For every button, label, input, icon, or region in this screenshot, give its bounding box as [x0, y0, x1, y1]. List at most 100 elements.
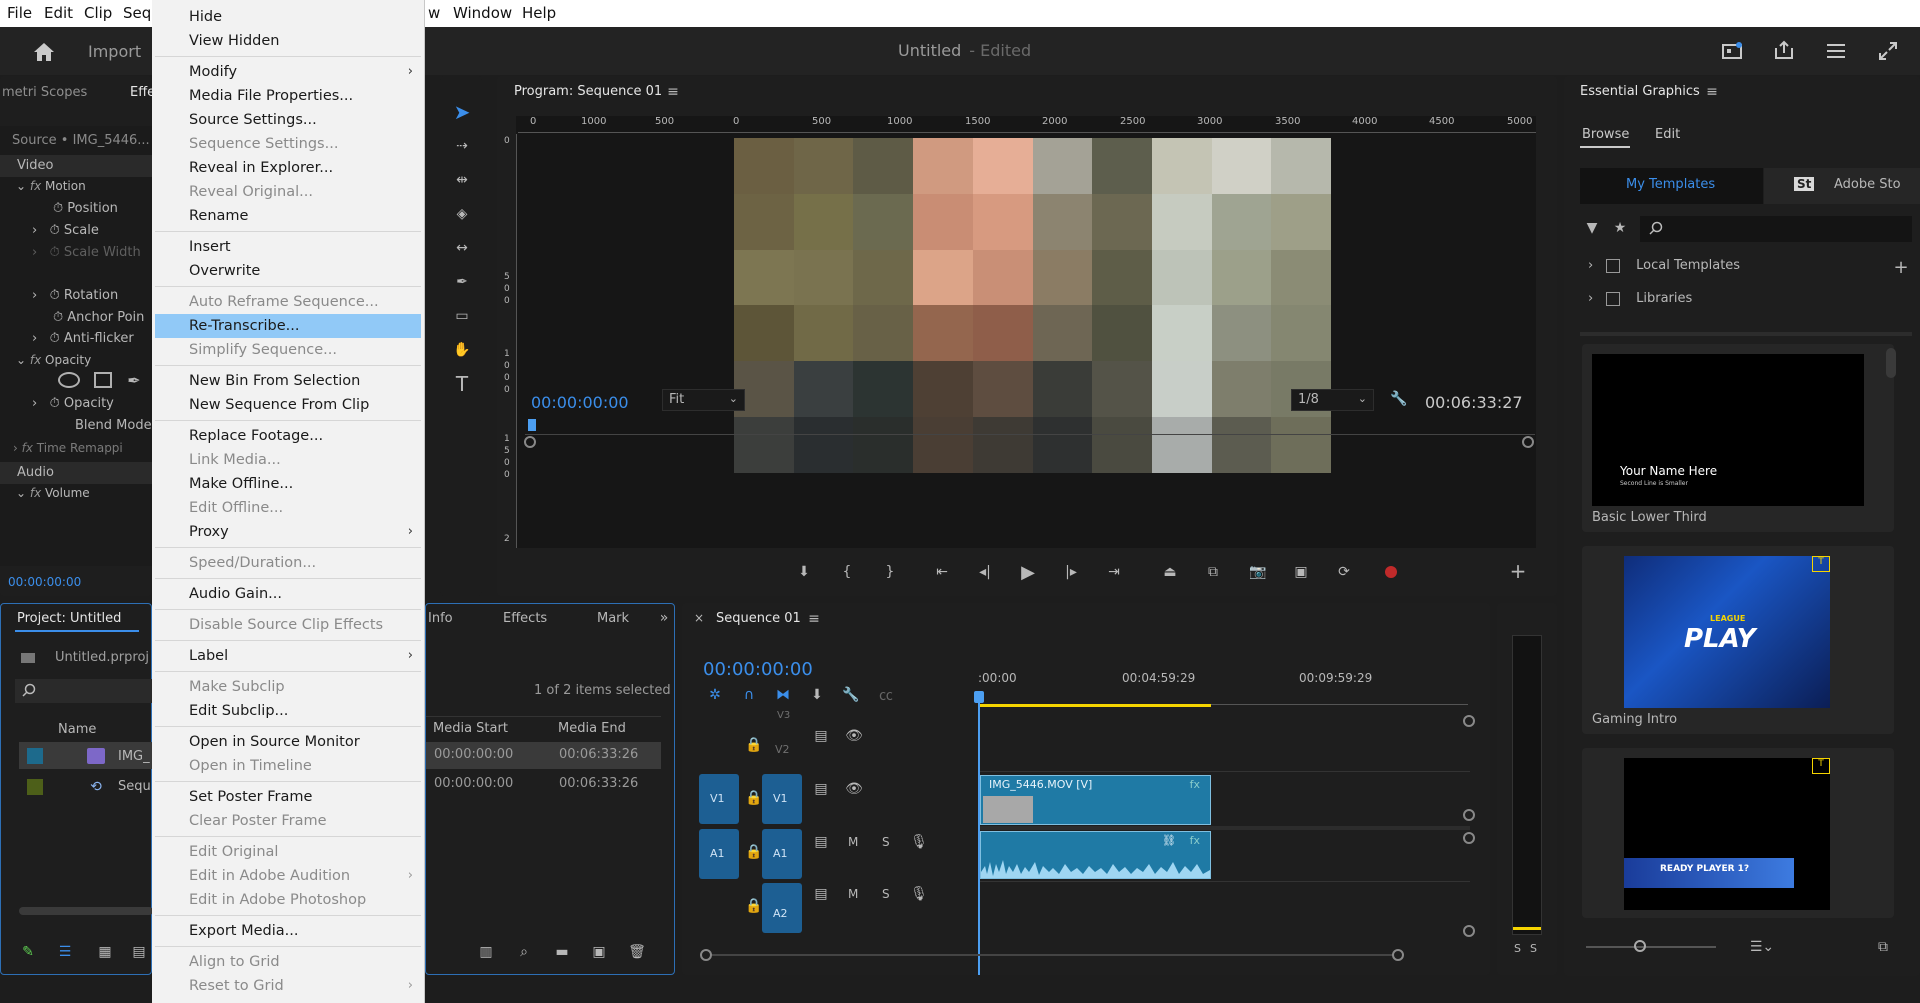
- add-marker-icon[interactable]: ⬇: [808, 686, 826, 704]
- mute-button[interactable]: M: [848, 835, 858, 849]
- hand-tool-icon[interactable]: ✋: [450, 338, 474, 362]
- snap-icon[interactable]: ∩: [740, 686, 758, 704]
- menu-item-rename[interactable]: Rename: [155, 204, 421, 228]
- zoom-handle-left[interactable]: [524, 436, 536, 448]
- meter-solo-left[interactable]: S: [1514, 942, 1521, 955]
- eye-icon[interactable]: 👁: [845, 727, 863, 745]
- menu-item-overwrite[interactable]: Overwrite: [155, 259, 421, 283]
- project-tab[interactable]: Project: Untitled: [17, 611, 121, 626]
- toggle-sync-icon[interactable]: ▤: [812, 833, 830, 851]
- edit-tab[interactable]: Edit: [1655, 127, 1680, 142]
- menu-item-modify[interactable]: Modify ›: [155, 60, 421, 84]
- icon-view-icon[interactable]: ▦: [95, 942, 115, 962]
- selection-tool-icon[interactable]: ➤: [450, 100, 474, 124]
- toggle-sync-icon[interactable]: ▤: [812, 885, 830, 903]
- automate-icon[interactable]: ▥: [476, 942, 496, 962]
- fx-volume[interactable]: ⌄ fx Volume: [16, 486, 90, 500]
- menu-item-insert[interactable]: Insert: [155, 235, 421, 259]
- lock-icon[interactable]: 🔒: [745, 737, 762, 753]
- anchor-row[interactable]: ⏱ Anchor Poin: [53, 310, 144, 325]
- step-forward-icon[interactable]: |▸: [1060, 562, 1082, 582]
- menu-item-export-media[interactable]: Export Media...: [155, 919, 421, 943]
- sequence-tab[interactable]: Sequence 01: [716, 611, 801, 626]
- media-end-header[interactable]: Media End: [558, 721, 626, 736]
- menu-item-view-hidden[interactable]: View Hidden: [155, 29, 421, 53]
- resolution-dropdown[interactable]: 1/8 ⌄: [1291, 389, 1374, 411]
- template-card[interactable]: READY PLAYER 1? T: [1582, 748, 1894, 918]
- menu-item-reveal-in-explorer[interactable]: Reveal in Explorer...: [155, 156, 421, 180]
- menu-item-hide[interactable]: Hide: [155, 5, 421, 29]
- settings-wrench-icon[interactable]: 🔧: [1389, 389, 1409, 409]
- writing-mode-icon[interactable]: ✎: [18, 942, 38, 962]
- menu-clip[interactable]: Clip: [84, 4, 112, 22]
- mark-in-icon[interactable]: {: [837, 562, 857, 582]
- captions-icon[interactable]: ㏄: [876, 686, 896, 704]
- horizontal-scrollbar[interactable]: [712, 954, 1392, 956]
- solo-button[interactable]: S: [882, 835, 890, 849]
- solo-button[interactable]: S: [882, 887, 890, 901]
- play-icon[interactable]: ▶: [1017, 562, 1039, 583]
- lift-icon[interactable]: ⏏: [1159, 562, 1181, 582]
- vertical-zoom-handle[interactable]: [1463, 715, 1475, 727]
- menu-item-proxy[interactable]: Proxy ›: [155, 520, 421, 544]
- add-marker-icon[interactable]: ⬇: [794, 562, 814, 582]
- sort-icon[interactable]: ☰⌄: [1742, 938, 1782, 956]
- playhead-marker[interactable]: [528, 419, 536, 431]
- share-icon[interactable]: [1772, 38, 1796, 62]
- more-tabs-icon[interactable]: »: [656, 610, 672, 626]
- star-icon[interactable]: ★: [1610, 218, 1630, 238]
- fx-time-remap[interactable]: › fx Time Remappi: [13, 441, 123, 455]
- new-item-icon[interactable]: ▣: [589, 942, 609, 962]
- menu-item-new-sequence[interactable]: New Sequence From Clip: [155, 393, 421, 417]
- template-scrollbar[interactable]: [1886, 348, 1896, 378]
- timeline-timecode[interactable]: 00:00:00:00: [703, 659, 813, 680]
- mark-out-icon[interactable]: }: [880, 562, 900, 582]
- record-icon[interactable]: [1385, 566, 1397, 578]
- pen-tool-icon[interactable]: ✒: [450, 270, 474, 294]
- eye-icon[interactable]: 👁: [845, 780, 863, 798]
- step-back-icon[interactable]: ◂|: [974, 562, 996, 582]
- horizontal-zoom-handle[interactable]: [1392, 949, 1404, 961]
- browse-tab[interactable]: Browse: [1582, 127, 1629, 142]
- rectangle-tool-icon[interactable]: ▭: [450, 304, 474, 328]
- menu-item-re-transcribe[interactable]: Re-Transcribe...: [155, 314, 421, 338]
- effects-panel-tab[interactable]: Effects: [503, 611, 547, 626]
- libraries-row[interactable]: › Libraries: [1588, 291, 1692, 306]
- toggle-sync-icon[interactable]: ▤: [812, 727, 830, 745]
- timeline-settings-icon[interactable]: 🔧: [842, 686, 860, 704]
- zoom-fit-dropdown[interactable]: Fit ⌄: [662, 389, 745, 411]
- fx-opacity[interactable]: ⌄ fx Opacity: [16, 353, 91, 367]
- mute-button[interactable]: M: [848, 887, 858, 901]
- menu-window[interactable]: Window: [453, 4, 512, 22]
- menu-item-new-bin[interactable]: New Bin From Selection: [155, 369, 421, 393]
- add-icon[interactable]: +: [1892, 257, 1910, 278]
- markers-tab[interactable]: Mark: [597, 611, 629, 626]
- new-bin-icon[interactable]: ▬: [552, 942, 572, 962]
- vertical-zoom-handle[interactable]: [1463, 832, 1475, 844]
- thumbnail-size-slider[interactable]: [1586, 946, 1716, 948]
- menu-item-media-file-properties[interactable]: Media File Properties...: [155, 84, 421, 108]
- trash-icon[interactable]: 🗑: [627, 942, 647, 962]
- panel-menu-icon[interactable]: ≡: [806, 611, 822, 627]
- microphone-icon[interactable]: 🎙: [910, 885, 928, 903]
- playback-scrubber[interactable]: [525, 425, 1535, 435]
- list-view-icon[interactable]: ☰: [55, 942, 75, 962]
- effect-timecode[interactable]: 00:00:00:00: [8, 575, 81, 589]
- playhead-head[interactable]: [974, 691, 984, 703]
- workspaces-icon[interactable]: [1824, 39, 1848, 63]
- extract-icon[interactable]: ⧉: [1202, 562, 1224, 582]
- meter-solo-right[interactable]: S: [1530, 942, 1537, 955]
- position-row[interactable]: ⏱ Position: [53, 201, 118, 216]
- slip-tool-icon[interactable]: ↔: [450, 236, 474, 260]
- menu-item-replace-footage[interactable]: Replace Footage...: [155, 424, 421, 448]
- menu-file[interactable]: File: [7, 4, 32, 22]
- go-to-in-icon[interactable]: ⇤: [931, 562, 953, 582]
- media-start-header[interactable]: Media Start: [433, 721, 508, 736]
- fx-motion[interactable]: ⌄ fx Motion: [16, 179, 86, 193]
- export-frame-icon[interactable]: 📷: [1247, 562, 1269, 582]
- program-timecode[interactable]: 00:00:00:00: [531, 393, 629, 412]
- vertical-zoom-handle[interactable]: [1463, 925, 1475, 937]
- panel-menu-icon[interactable]: ≡: [665, 84, 681, 100]
- zoom-handle-right[interactable]: [1522, 436, 1534, 448]
- fullscreen-icon[interactable]: [1876, 39, 1900, 63]
